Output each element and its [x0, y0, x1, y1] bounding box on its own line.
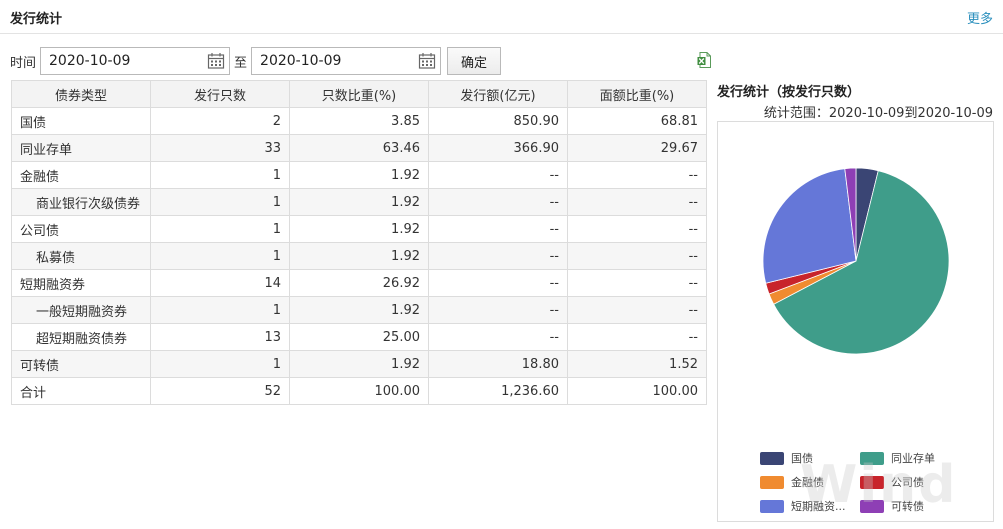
table-header-row: 债券类型 发行只数 只数比重(%) 发行额(亿元) 面额比重(%)	[11, 80, 707, 108]
pie-chart	[762, 167, 950, 355]
bond-type-cell: 公司债	[11, 215, 151, 243]
value-cell: --	[428, 323, 568, 351]
table-row[interactable]: 国债 2 3.85 850.90 68.81	[11, 107, 707, 135]
bond-type-cell: 国债	[11, 107, 151, 135]
value-cell: 1.52	[567, 350, 707, 378]
more-link[interactable]: 更多	[967, 8, 993, 27]
value-cell: 1	[150, 215, 290, 243]
value-cell: --	[567, 323, 707, 351]
excel-export-icon[interactable]	[697, 52, 711, 68]
column-header[interactable]: 发行只数	[150, 80, 290, 108]
confirm-button[interactable]: 确定	[447, 47, 502, 75]
column-header[interactable]: 发行额(亿元)	[428, 80, 568, 108]
table-row[interactable]: 私募债 1 1.92 -- --	[11, 242, 707, 270]
value-cell: 3.85	[289, 107, 429, 135]
column-header[interactable]: 只数比重(%)	[289, 80, 429, 108]
bond-type-cell: 金融债	[11, 161, 151, 189]
value-cell: 14	[150, 269, 290, 297]
issuance-table: 债券类型 发行只数 只数比重(%) 发行额(亿元) 面额比重(%) 国债 2 3.8…	[11, 80, 707, 405]
table-row[interactable]: 合计 52 100.00 1,236.60 100.00	[11, 377, 707, 405]
table-row[interactable]: 一般短期融资券 1 1.92 -- --	[11, 296, 707, 324]
value-cell: 68.81	[567, 107, 707, 135]
bond-type-cell: 私募债	[11, 242, 151, 270]
value-cell: --	[567, 215, 707, 243]
value-cell: 52	[150, 377, 290, 405]
value-cell: --	[567, 161, 707, 189]
table-row[interactable]: 公司债 1 1.92 -- --	[11, 215, 707, 243]
end-date-input[interactable]: 2020-10-09	[251, 47, 442, 75]
table-row[interactable]: 商业银行次级债券 1 1.92 -- --	[11, 188, 707, 216]
calendar-icon[interactable]	[418, 52, 436, 70]
value-cell: --	[428, 161, 568, 189]
value-cell: --	[428, 269, 568, 297]
watermark-logo: Wind	[800, 455, 958, 515]
value-cell: 1.92	[289, 188, 429, 216]
table-row[interactable]: 可转债 1 1.92 18.80 1.52	[11, 350, 707, 378]
value-cell: 1.92	[289, 296, 429, 324]
bond-type-cell: 同业存单	[11, 134, 151, 162]
bond-type-cell: 超短期融资债券	[11, 323, 151, 351]
value-cell: 1.92	[289, 350, 429, 378]
panel-title: 发行统计	[10, 12, 63, 27]
value-cell: --	[428, 188, 568, 216]
value-cell: --	[428, 296, 568, 324]
value-cell: 1.92	[289, 161, 429, 189]
date-filter: 时间 2020-10-09 至 2020-10-09 确定	[10, 47, 502, 75]
value-cell: 850.90	[428, 107, 568, 135]
bond-type-cell: 合计	[11, 377, 151, 405]
value-cell: 1	[150, 296, 290, 324]
calendar-icon[interactable]	[207, 52, 225, 70]
value-cell: 366.90	[428, 134, 568, 162]
value-cell: --	[567, 188, 707, 216]
bond-type-cell: 可转债	[11, 350, 151, 378]
to-label: 至	[234, 55, 248, 71]
value-cell: 1.92	[289, 242, 429, 270]
bond-type-cell: 短期融资券	[11, 269, 151, 297]
value-cell: --	[567, 242, 707, 270]
table-row[interactable]: 短期融资券 14 26.92 -- --	[11, 269, 707, 297]
value-cell: 1	[150, 350, 290, 378]
column-header[interactable]: 债券类型	[11, 80, 151, 108]
value-cell: 1	[150, 161, 290, 189]
panel-header: 发行统计 更多	[0, 0, 1003, 34]
column-header[interactable]: 面额比重(%)	[567, 80, 707, 108]
time-label: 时间	[10, 55, 37, 71]
value-cell: 2	[150, 107, 290, 135]
chart-subtitle: 统计范围：2020-10-09到2020-10-09	[763, 106, 993, 121]
table-row[interactable]: 超短期融资债券 13 25.00 -- --	[11, 323, 707, 351]
table-row[interactable]: 金融债 1 1.92 -- --	[11, 161, 707, 189]
value-cell: 25.00	[289, 323, 429, 351]
value-cell: 18.80	[428, 350, 568, 378]
value-cell: 100.00	[289, 377, 429, 405]
end-date-value: 2020-10-09	[260, 53, 342, 69]
legend-swatch	[760, 475, 784, 489]
value-cell: 1.92	[289, 215, 429, 243]
start-date-value: 2020-10-09	[49, 53, 131, 69]
start-date-input[interactable]: 2020-10-09	[40, 47, 231, 75]
legend-swatch	[760, 499, 784, 513]
chart-title: 发行统计（按发行只数）	[717, 85, 861, 100]
value-cell: 1	[150, 188, 290, 216]
value-cell: 33	[150, 134, 290, 162]
value-cell: 26.92	[289, 269, 429, 297]
value-cell: 63.46	[289, 134, 429, 162]
value-cell: --	[567, 296, 707, 324]
value-cell: 29.67	[567, 134, 707, 162]
value-cell: 1	[150, 242, 290, 270]
legend-swatch	[760, 451, 784, 465]
value-cell: --	[428, 215, 568, 243]
bond-type-cell: 商业银行次级债券	[11, 188, 151, 216]
value-cell: 100.00	[567, 377, 707, 405]
value-cell: --	[428, 242, 568, 270]
value-cell: --	[567, 269, 707, 297]
value-cell: 13	[150, 323, 290, 351]
value-cell: 1,236.60	[428, 377, 568, 405]
bond-type-cell: 一般短期融资券	[11, 296, 151, 324]
table-row[interactable]: 同业存单 33 63.46 366.90 29.67	[11, 134, 707, 162]
